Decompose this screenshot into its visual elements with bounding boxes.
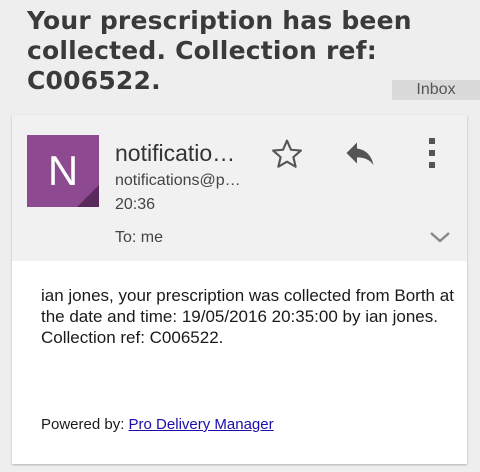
pro-delivery-manager-link[interactable]: Pro Delivery Manager (129, 416, 274, 433)
reply-icon[interactable] (338, 135, 382, 171)
sender-avatar[interactable]: N (27, 135, 99, 207)
email-card: N notificatio… notifications@p… 20:36 To… (12, 115, 467, 464)
avatar-fold-corner (77, 185, 99, 207)
powered-by-prefix: Powered by: (41, 416, 129, 433)
avatar-letter: N (47, 147, 79, 194)
recipients-line[interactable]: To: me (115, 228, 163, 248)
sender-email: notifications@p… (115, 172, 241, 189)
email-header[interactable]: N notificatio… notifications@p… 20:36 To… (12, 115, 467, 261)
inbox-label-chip[interactable]: Inbox (392, 80, 480, 100)
email-body: ian jones, your prescription was collect… (41, 286, 454, 347)
more-vertical-icon[interactable] (422, 135, 442, 171)
sender-name: notificatio… (115, 140, 236, 166)
chevron-down-icon[interactable] (428, 227, 452, 247)
sent-time: 20:36 (115, 196, 156, 213)
star-icon[interactable] (270, 137, 304, 171)
powered-by-line: Powered by: Pro Delivery Manager (41, 415, 274, 435)
